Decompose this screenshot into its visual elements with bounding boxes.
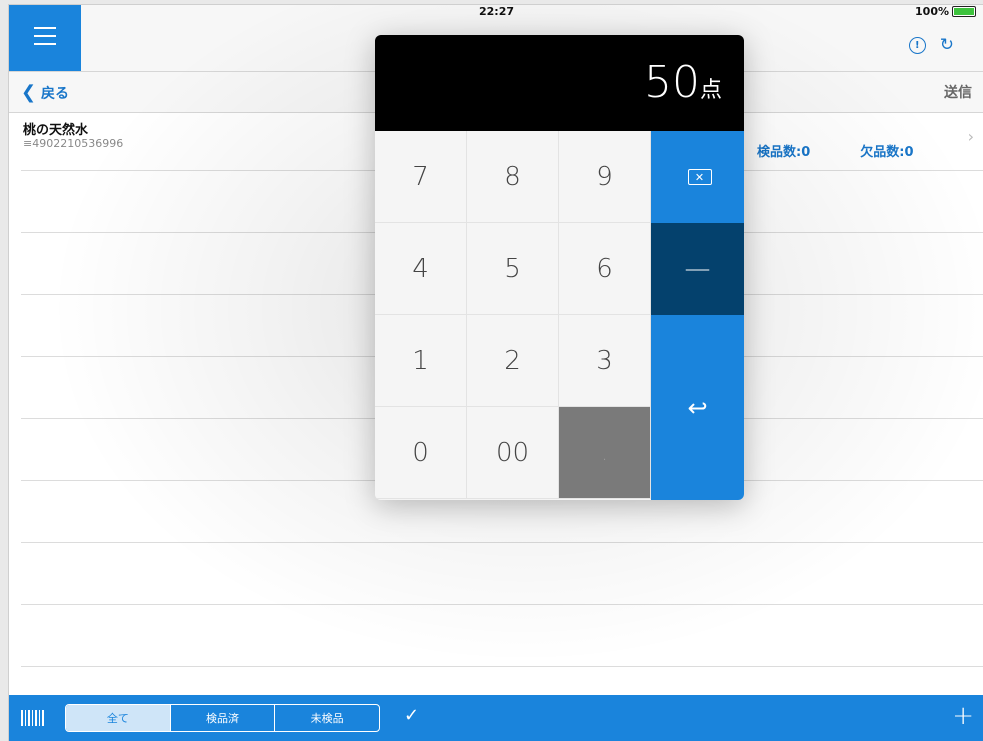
barcode-scan-icon[interactable] xyxy=(21,710,44,726)
bottom-toolbar: 全て 検品済 未検品 ✓ + xyxy=(9,695,983,741)
empty-row xyxy=(21,605,983,667)
segment-inspected[interactable]: 検品済 xyxy=(171,705,276,731)
back-button[interactable]: ❮ 戻る xyxy=(21,82,69,103)
minus-button[interactable]: — xyxy=(651,223,744,315)
back-label: 戻る xyxy=(40,86,69,102)
key-4[interactable]: 4 xyxy=(375,223,467,315)
add-icon[interactable]: + xyxy=(952,701,974,731)
battery-indicator: 100% xyxy=(915,5,976,18)
item-stats: 検品数:0 欠品数:0 xyxy=(757,141,914,160)
chevron-left-icon: ❮ xyxy=(21,82,37,103)
nav-actions: ! ↻ xyxy=(908,37,954,54)
key-0[interactable]: 0 xyxy=(375,407,467,499)
battery-icon xyxy=(952,6,976,17)
key-3[interactable]: 3 xyxy=(559,315,651,407)
item-name: 桃の天然水 xyxy=(23,123,89,138)
key-2[interactable]: 2 xyxy=(467,315,559,407)
key-8[interactable]: 8 xyxy=(467,131,559,223)
display-value: 50点 xyxy=(643,57,722,108)
segment-uninspected[interactable]: 未検品 xyxy=(275,705,379,731)
status-bar: iPad ︵ 22:27 100% xyxy=(9,5,983,20)
clock: 22:27 xyxy=(478,5,514,18)
key-dot[interactable]: . xyxy=(559,407,651,499)
key-6[interactable]: 6 xyxy=(559,223,651,315)
filter-segmented-control: 全て 検品済 未検品 xyxy=(65,704,380,732)
key-5[interactable]: 5 xyxy=(467,223,559,315)
keypad-display: 50点 xyxy=(375,35,744,131)
item-code: ≡4902210536996 xyxy=(23,137,124,150)
key-1[interactable]: 1 xyxy=(375,315,467,407)
enter-button[interactable]: ↩ xyxy=(651,315,744,500)
display-unit: 点 xyxy=(699,78,722,103)
empty-row xyxy=(21,543,983,605)
menu-button[interactable] xyxy=(9,5,81,71)
key-00[interactable]: 00 xyxy=(467,407,559,499)
barcode-small-icon: ≡ xyxy=(23,137,33,150)
hamburger-icon xyxy=(34,27,56,29)
send-button[interactable]: 送信 xyxy=(944,82,972,102)
check-icon[interactable]: ✓ xyxy=(404,705,419,726)
info-icon[interactable]: ! xyxy=(908,37,926,54)
backspace-icon: ✕ xyxy=(687,169,712,185)
key-7[interactable]: 7 xyxy=(375,131,467,223)
missing-count: 欠品数:0 xyxy=(860,145,914,160)
chevron-right-icon: › xyxy=(967,127,974,146)
return-icon: ↩ xyxy=(687,393,708,422)
key-9[interactable]: 9 xyxy=(559,131,651,223)
segment-all[interactable]: 全て xyxy=(66,705,171,731)
battery-percent: 100% xyxy=(915,5,949,18)
app-window: iPad ︵ 22:27 100% ! ↻ ❮ 戻る 送信 桃の天然水 ≡490… xyxy=(8,4,983,741)
refresh-icon[interactable]: ↻ xyxy=(940,37,954,54)
backspace-button[interactable]: ✕ xyxy=(651,131,744,223)
minus-icon: — xyxy=(684,254,711,284)
numeric-keypad: 50点 7 8 9 ✕ 4 5 6 — 1 2 3 ↩ 0 00 . xyxy=(375,35,744,500)
inspected-count: 検品数:0 xyxy=(757,145,811,160)
